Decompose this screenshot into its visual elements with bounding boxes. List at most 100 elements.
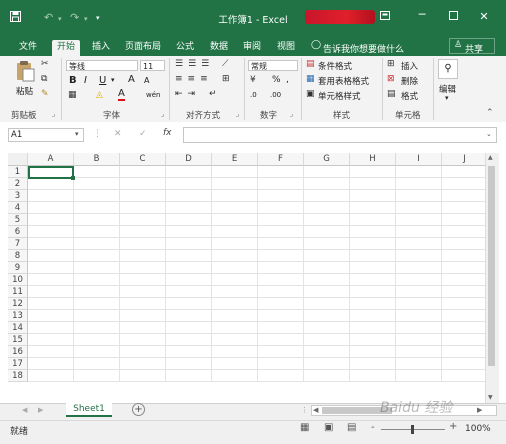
selected-cell[interactable] [28, 166, 74, 179]
tab-file[interactable]: 文件 [14, 40, 42, 56]
shrink-font-button[interactable]: A [144, 76, 149, 85]
row-header-12[interactable]: 12 [8, 298, 28, 310]
underline-button[interactable]: U [99, 75, 106, 86]
tab-home[interactable]: 开始 [52, 40, 81, 57]
chevron-down-icon[interactable]: ▾ [111, 76, 115, 84]
dialog-launcher-icon[interactable]: ⌟ [52, 110, 55, 118]
select-all-corner[interactable] [8, 153, 28, 166]
column-header-h[interactable]: H [350, 153, 396, 166]
row-header-8[interactable]: 8 [8, 250, 28, 262]
tab-review[interactable]: 审阅 [238, 40, 266, 56]
zoom-in-button[interactable]: + [449, 421, 457, 432]
expand-formula-icon[interactable]: ⌄ [486, 130, 492, 138]
row-header-16[interactable]: 16 [8, 346, 28, 358]
insert-cells-button[interactable]: 插入 [401, 60, 418, 72]
column-header-b[interactable]: B [74, 153, 120, 166]
column-header-i[interactable]: I [396, 153, 442, 166]
scroll-thumb[interactable] [488, 166, 495, 366]
format-as-table-button[interactable]: 套用表格格式 [318, 75, 369, 87]
tell-me-box[interactable]: 告诉我你想要做什么 [323, 42, 404, 55]
bold-button[interactable]: B [69, 75, 77, 86]
row-header-18[interactable]: 18 [8, 370, 28, 382]
zoom-level[interactable]: 100% [465, 424, 491, 434]
row-header-1[interactable]: 1 [8, 166, 28, 178]
row-header-14[interactable]: 14 [8, 322, 28, 334]
font-color-button[interactable]: A [118, 89, 125, 101]
row-header-9[interactable]: 9 [8, 262, 28, 274]
currency-icon[interactable]: ¥ [250, 75, 256, 85]
column-header-d[interactable]: D [166, 153, 212, 166]
fill-color-icon[interactable]: ◬ [96, 90, 103, 100]
row-header-11[interactable]: 11 [8, 286, 28, 298]
scroll-left-icon[interactable]: ◀ [313, 406, 318, 414]
row-header-17[interactable]: 17 [8, 358, 28, 370]
cancel-button[interactable]: ✕ [114, 129, 122, 139]
tab-formulas[interactable]: 公式 [171, 40, 199, 56]
worksheet-grid[interactable]: ABCDEFGHIJ 1 2 3 4 5 6 7 8 9 10 11 12 13 14 15 16 17 18 [8, 153, 498, 403]
row-header-10[interactable]: 10 [8, 274, 28, 286]
cut-icon[interactable]: ✂ [41, 59, 49, 69]
tab-page-layout[interactable]: 页面布局 [120, 40, 166, 56]
tab-data[interactable]: 数据 [205, 40, 233, 56]
scroll-up-icon[interactable]: ▲ [488, 154, 493, 161]
page-break-view-icon[interactable]: ▤ [347, 422, 356, 433]
row-header-13[interactable]: 13 [8, 310, 28, 322]
dialog-launcher-icon[interactable]: ⌟ [290, 110, 293, 118]
row-header-6[interactable]: 6 [8, 226, 28, 238]
sheet-tab-sheet1[interactable]: Sheet1 [66, 403, 112, 417]
phonetic-button[interactable]: wén [146, 91, 160, 99]
decrease-decimal-button[interactable]: .00 [270, 91, 281, 99]
paste-icon[interactable] [14, 60, 36, 85]
enter-button[interactable]: ✓ [139, 129, 147, 139]
copy-icon[interactable]: ⧉ [41, 74, 47, 84]
row-header-7[interactable]: 7 [8, 238, 28, 250]
row-header-2[interactable]: 2 [8, 178, 28, 190]
format-cells-button[interactable]: 格式 [401, 90, 418, 102]
search-icon[interactable]: ⚲ [438, 59, 458, 79]
prev-sheet-icon[interactable]: ◀ [22, 406, 27, 414]
font-name-box[interactable]: 等线 [66, 60, 138, 71]
row-header-4[interactable]: 4 [8, 202, 28, 214]
column-header-g[interactable]: G [304, 153, 350, 166]
name-box[interactable]: A1 [8, 128, 84, 142]
row-header-15[interactable]: 15 [8, 334, 28, 346]
zoom-out-button[interactable]: - [371, 422, 375, 433]
zoom-slider-thumb[interactable] [411, 425, 414, 434]
column-header-a[interactable]: A [28, 153, 74, 166]
tab-insert[interactable]: 插入 [87, 40, 115, 56]
maximize-icon[interactable] [446, 10, 460, 23]
horizontal-align-icons[interactable]: ≡≡≡ [175, 74, 213, 84]
formula-input[interactable] [183, 127, 497, 143]
chevron-down-icon[interactable]: ▾ [75, 130, 79, 138]
chevron-down-icon[interactable]: ▾ [445, 94, 449, 102]
conditional-format-button[interactable]: 条件格式 [318, 60, 352, 72]
scroll-right-icon[interactable]: ▶ [477, 406, 482, 414]
add-sheet-button[interactable]: + [132, 403, 145, 416]
delete-cells-button[interactable]: 删除 [401, 75, 418, 87]
grow-font-button[interactable]: A [128, 74, 135, 85]
close-icon[interactable]: ✕ [477, 10, 491, 23]
italic-button[interactable]: I [84, 75, 87, 86]
dialog-launcher-icon[interactable]: ⌟ [236, 110, 239, 118]
wrap-text-icon[interactable]: ↵ [209, 89, 217, 99]
next-sheet-icon[interactable]: ▶ [38, 406, 43, 414]
percent-button[interactable]: % [272, 75, 281, 85]
column-header-c[interactable]: C [120, 153, 166, 166]
tab-view[interactable]: 视图 [272, 40, 300, 56]
indent-icons[interactable]: ⇤⇥ [175, 89, 200, 99]
paste-button[interactable]: 粘贴 [16, 85, 33, 97]
ribbon-display-icon[interactable] [378, 10, 392, 23]
dialog-launcher-icon[interactable]: ⌟ [161, 110, 164, 118]
row-header-3[interactable]: 3 [8, 190, 28, 202]
cell-styles-button[interactable]: 单元格样式 [318, 90, 361, 102]
scroll-down-icon[interactable]: ▼ [488, 394, 493, 401]
comma-button[interactable]: , [286, 75, 289, 85]
vertical-align-icons[interactable]: ☰☰☰ [175, 59, 214, 69]
font-size-box[interactable]: 11 [140, 60, 165, 71]
orientation-icon[interactable]: ⟋ [222, 59, 228, 69]
collapse-ribbon-icon[interactable]: ⌃ [486, 108, 494, 118]
minimize-icon[interactable]: ─ [415, 8, 429, 21]
page-layout-view-icon[interactable]: ▣ [324, 422, 333, 433]
insert-function-button[interactable]: fx [163, 128, 172, 138]
column-header-f[interactable]: F [258, 153, 304, 166]
